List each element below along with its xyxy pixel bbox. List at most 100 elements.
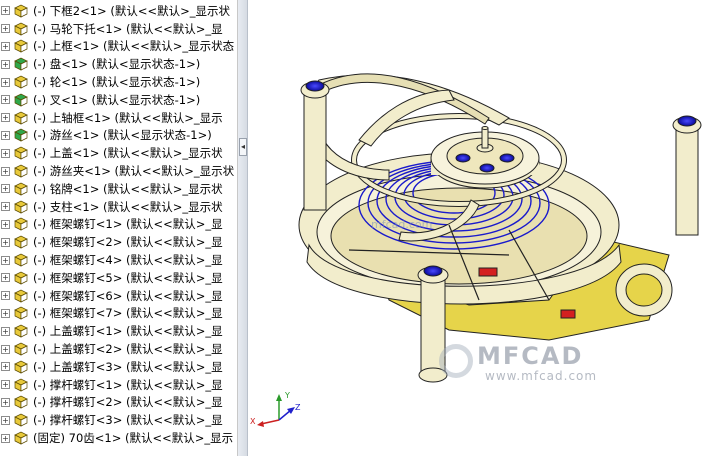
tree-item[interactable]: + (-) 框架螺钉<4> (默认<<默认>_显 <box>0 251 237 269</box>
tree-item-label: (-) 框架螺钉<2> (默认<<默认>_显 <box>33 235 223 250</box>
tree-item-label: (-) 轮<1> (默认<显示状态-1>) <box>33 75 201 90</box>
part-icon <box>14 253 28 267</box>
part-icon <box>14 271 28 285</box>
tree-item[interactable]: + (-) 盘<1> (默认<显示状态-1>) <box>0 55 237 73</box>
expand-icon[interactable]: + <box>1 237 10 247</box>
tree-item[interactable]: + (-) 马轮下托<1> (默认<<默认>_显 <box>0 20 237 38</box>
tree-item-label: (-) 框架螺钉<5> (默认<<默认>_显 <box>33 270 223 285</box>
expand-icon[interactable]: + <box>1 6 10 16</box>
tree-item[interactable]: + (-) 支柱<1> (默认<<默认>_显示状 <box>0 198 237 216</box>
part-icon <box>14 289 28 303</box>
tree-item[interactable]: + (-) 框架螺钉<2> (默认<<默认>_显 <box>0 233 237 251</box>
tree-item-label: (-) 上盖螺钉<3> (默认<<默认>_显 <box>33 359 223 374</box>
tree-item[interactable]: + (-) 撑杆螺钉<3> (默认<<默认>_显 <box>0 411 237 429</box>
tree-item-label: (-) 框架螺钉<1> (默认<<默认>_显 <box>33 217 223 232</box>
tree-item[interactable]: + (-) 上盖螺钉<2> (默认<<默认>_显 <box>0 340 237 358</box>
part-icon <box>14 75 28 89</box>
panel-splitter[interactable]: ◂ <box>238 0 248 456</box>
expand-icon[interactable]: + <box>1 433 10 443</box>
tree-item-label: (-) 游丝夹<1> (默认<<默认>_显示状 <box>33 164 235 179</box>
expand-icon[interactable]: + <box>1 344 10 354</box>
axis-label-x: X <box>250 417 256 426</box>
part-icon <box>14 164 28 178</box>
part-icon <box>14 218 28 232</box>
tree-item[interactable]: + (-) 叉<1> (默认<显示状态-1>) <box>0 91 237 109</box>
tree-item-label: (-) 上盖螺钉<2> (默认<<默认>_显 <box>33 342 223 357</box>
expand-icon[interactable]: + <box>1 308 10 318</box>
watermark-logo-text: MFCAD <box>477 342 584 370</box>
tree-item[interactable]: + (-) 上盖<1> (默认<<默认>_显示状 <box>0 144 237 162</box>
expand-icon[interactable]: + <box>1 219 10 229</box>
part-icon <box>14 235 28 249</box>
tree-item-label: (-) 框架螺钉<6> (默认<<默认>_显 <box>33 288 223 303</box>
tree-item[interactable]: + (-) 下框2<1> (默认<<默认>_显示状 <box>0 2 237 20</box>
tree-item[interactable]: + (-) 上盖螺钉<3> (默认<<默认>_显 <box>0 358 237 376</box>
tree-item-label: (-) 马轮下托<1> (默认<<默认>_显 <box>33 21 223 36</box>
tree-item[interactable]: + (-) 上框<1> (默认<<默认>_显示状态 <box>0 38 237 56</box>
expand-icon[interactable]: + <box>1 148 10 158</box>
part-icon <box>14 200 28 214</box>
expand-icon[interactable]: + <box>1 202 10 212</box>
expand-icon[interactable]: + <box>1 184 10 194</box>
tree-item[interactable]: + (-) 游丝夹<1> (默认<<默认>_显示状 <box>0 162 237 180</box>
feature-tree-panel[interactable]: + (-) 下框2<1> (默认<<默认>_显示状 + (-) 马轮下托<1> (默认… <box>0 0 238 456</box>
feature-tree-list: + (-) 下框2<1> (默认<<默认>_显示状 + (-) 马轮下托<1> (默认… <box>0 2 237 447</box>
expand-icon[interactable]: + <box>1 255 10 265</box>
collapse-panel-button[interactable]: ◂ <box>239 138 247 156</box>
expand-icon[interactable]: + <box>1 113 10 123</box>
tree-item-label: (-) 支柱<1> (默认<<默认>_显示状 <box>33 199 223 214</box>
tree-item-label: (-) 撑杆螺钉<1> (默认<<默认>_显 <box>33 377 223 392</box>
expand-icon[interactable]: + <box>1 273 10 283</box>
center-watermark: mfcad.com <box>371 218 433 231</box>
tree-item-label: (-) 叉<1> (默认<显示状态-1>) <box>33 92 201 107</box>
watermark-logo-icon <box>439 344 473 378</box>
tree-item[interactable]: + (-) 上轴框<1> (默认<<默认>_显示 <box>0 109 237 127</box>
tree-item[interactable]: + (固定) 70齿<1> (默认<<默认>_显示 <box>0 429 237 447</box>
tree-item[interactable]: + (-) 游丝<1> (默认<显示状态-1>) <box>0 127 237 145</box>
tree-item[interactable]: + (-) 框架螺钉<5> (默认<<默认>_显 <box>0 269 237 287</box>
expand-icon[interactable]: + <box>1 24 10 34</box>
expand-icon[interactable]: + <box>1 77 10 87</box>
expand-icon[interactable]: + <box>1 362 10 372</box>
tree-item-label: (-) 铭牌<1> (默认<<默认>_显示状 <box>33 181 223 196</box>
tree-item[interactable]: + (-) 框架螺钉<6> (默认<<默认>_显 <box>0 287 237 305</box>
tree-item-label: (-) 撑杆螺钉<3> (默认<<默认>_显 <box>33 413 223 428</box>
axis-label-z: Z <box>295 403 301 412</box>
tree-item[interactable]: + (-) 撑杆螺钉<2> (默认<<默认>_显 <box>0 394 237 412</box>
tree-item[interactable]: + (-) 框架螺钉<7> (默认<<默认>_显 <box>0 305 237 323</box>
tree-item[interactable]: + (-) 铭牌<1> (默认<<默认>_显示状 <box>0 180 237 198</box>
part-icon <box>14 342 28 356</box>
expand-icon[interactable]: + <box>1 291 10 301</box>
tree-item-label: (-) 上盖螺钉<1> (默认<<默认>_显 <box>33 324 223 339</box>
part-icon <box>14 324 28 338</box>
part-icon <box>14 111 28 125</box>
expand-icon[interactable]: + <box>1 326 10 336</box>
graphics-viewport[interactable]: Y X Z mfcad.com MFCAD www.mfcad.com <box>249 0 722 456</box>
tree-item-label: (-) 盘<1> (默认<显示状态-1>) <box>33 57 201 72</box>
tree-item-label: (-) 下框2<1> (默认<<默认>_显示状 <box>33 3 230 18</box>
part-icon-green <box>14 93 28 107</box>
part-icon <box>14 307 28 321</box>
expand-icon[interactable]: + <box>1 41 10 51</box>
part-icon-green <box>14 129 28 143</box>
expand-icon[interactable]: + <box>1 380 10 390</box>
expand-icon[interactable]: + <box>1 397 10 407</box>
tree-item-label: (-) 撑杆螺钉<2> (默认<<默认>_显 <box>33 395 223 410</box>
tree-item[interactable]: + (-) 轮<1> (默认<显示状态-1>) <box>0 73 237 91</box>
tree-item-label: (-) 上轴框<1> (默认<<默认>_显示 <box>33 110 223 125</box>
expand-icon[interactable]: + <box>1 415 10 425</box>
axis-label-y: Y <box>284 391 290 400</box>
tree-item[interactable]: + (-) 上盖螺钉<1> (默认<<默认>_显 <box>0 322 237 340</box>
tree-item-label: (-) 框架螺钉<4> (默认<<默认>_显 <box>33 253 223 268</box>
expand-icon[interactable]: + <box>1 59 10 69</box>
part-icon <box>14 396 28 409</box>
part-icon <box>14 360 28 374</box>
expand-icon[interactable]: + <box>1 166 10 176</box>
watermark: MFCAD www.mfcad.com <box>439 340 639 390</box>
part-icon <box>14 413 28 427</box>
expand-icon[interactable]: + <box>1 130 10 140</box>
part-icon <box>14 22 28 36</box>
tree-item[interactable]: + (-) 框架螺钉<1> (默认<<默认>_显 <box>0 216 237 234</box>
tree-item[interactable]: + (-) 撑杆螺钉<1> (默认<<默认>_显 <box>0 376 237 394</box>
expand-icon[interactable]: + <box>1 95 10 105</box>
